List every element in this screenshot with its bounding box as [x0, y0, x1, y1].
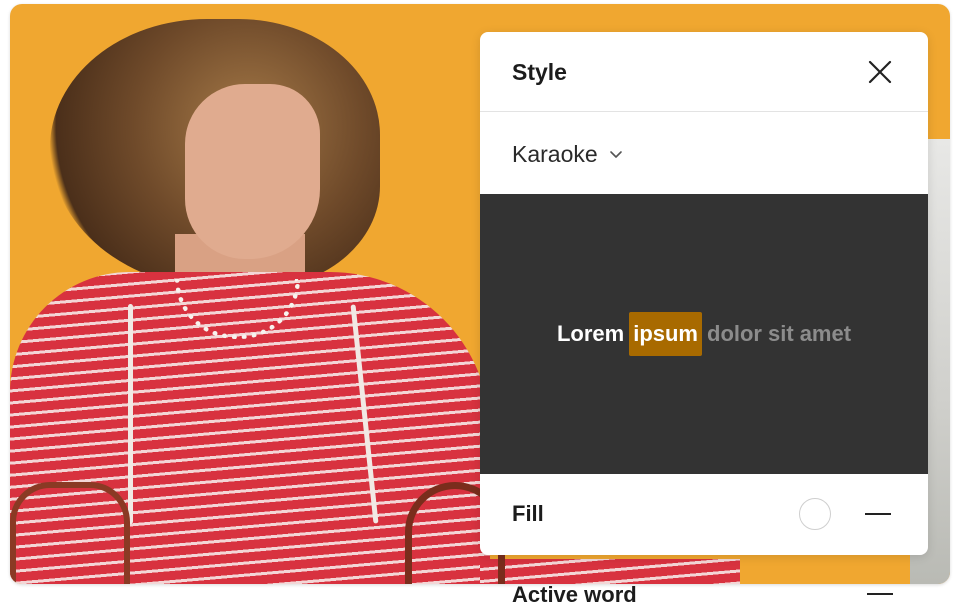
fill-row: Fill [480, 474, 928, 555]
style-panel: Style Karaoke Lorem ipsum dolor sit amet Fil… [480, 32, 928, 555]
caption-preview-text: Lorem ipsum dolor sit amet [554, 312, 854, 356]
caption-word-done: Lorem [556, 321, 625, 346]
close-icon [868, 60, 892, 84]
fill-label: Fill [512, 501, 544, 526]
panel-header: Style [480, 32, 928, 112]
chevron-down-icon [609, 151, 622, 158]
panel-title: Style [512, 59, 567, 85]
active-word-label: Active word [512, 582, 637, 607]
close-button[interactable] [862, 54, 898, 90]
caption-style-dropdown[interactable]: Karaoke [512, 136, 624, 172]
caption-word-upcoming: sit [768, 321, 794, 346]
hood-string-left [128, 304, 133, 524]
caption-word-upcoming: dolor [707, 321, 762, 346]
striped-sweater-sleeve [480, 559, 740, 584]
caption-preview: Lorem ipsum dolor sit amet [480, 194, 928, 474]
fill-remove-button[interactable] [864, 504, 892, 524]
caption-word-active: ipsum [629, 312, 702, 356]
fill-color-swatch[interactable] [799, 498, 831, 530]
chair-back-left [10, 482, 130, 584]
active-word-row: Active word [512, 582, 932, 612]
caption-style-value: Karaoke [512, 140, 598, 167]
active-word-remove-button[interactable] [866, 588, 894, 600]
person-face [185, 84, 320, 259]
caption-word-upcoming: amet [799, 321, 852, 346]
